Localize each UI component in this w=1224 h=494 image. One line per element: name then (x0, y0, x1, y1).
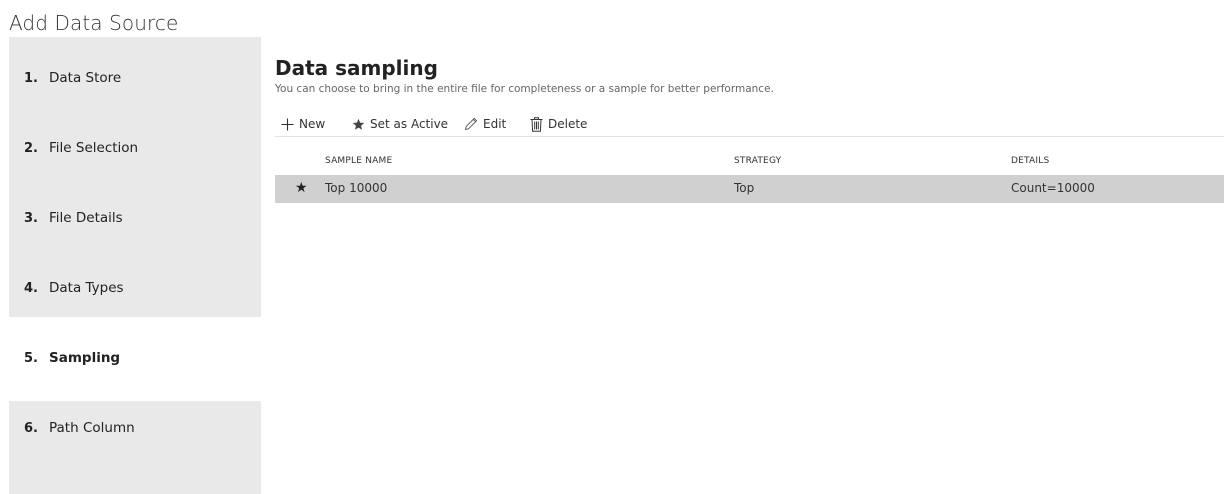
new-button[interactable]: New (281, 113, 325, 135)
window-title: Add Data Source (9, 11, 179, 35)
step-number: 3. (24, 211, 38, 226)
table-row[interactable]: ★ Top 10000 Top Count=10000 (275, 175, 1224, 203)
set-as-active-label: Set as Active (370, 117, 449, 131)
pencil-icon (464, 117, 478, 131)
star-icon (352, 118, 365, 131)
set-as-active-button[interactable]: Set as Active (352, 113, 448, 135)
delete-button[interactable]: Delete (530, 113, 587, 135)
step-file-selection[interactable]: 2. File Selection (9, 107, 261, 177)
step-data-types[interactable]: 4. Data Types (9, 247, 261, 317)
cell-details: Count=10000 (1011, 181, 1095, 195)
plus-icon (281, 118, 294, 131)
column-header-details[interactable]: DETAILS (1011, 156, 1049, 166)
step-label: Sampling (49, 350, 121, 366)
delete-label: Delete (548, 117, 588, 131)
step-path-column[interactable]: 6. Path Column (9, 401, 261, 494)
trash-icon (530, 116, 543, 132)
step-number: 6. (24, 421, 38, 436)
table-header: SAMPLE NAME STRATEGY DETAILS (275, 154, 1224, 170)
step-data-store[interactable]: 1. Data Store (9, 37, 261, 107)
column-header-strategy[interactable]: STRATEGY (734, 156, 781, 166)
cell-sample-name: Top 10000 (325, 181, 388, 195)
step-number: 2. (24, 141, 38, 156)
step-number: 1. (24, 71, 38, 86)
star-filled-icon: ★ (295, 180, 308, 196)
cell-strategy: Top (734, 181, 755, 195)
step-sampling[interactable]: 5. Sampling (9, 317, 261, 387)
toolbar: New Set as Active Edit Delete (275, 113, 1224, 135)
edit-button[interactable]: Edit (464, 113, 506, 135)
step-label: File Selection (49, 140, 139, 156)
step-label: Path Column (49, 420, 135, 436)
step-label: Data Types (49, 280, 124, 296)
step-label: Data Store (49, 70, 122, 86)
column-header-sample-name[interactable]: SAMPLE NAME (325, 156, 392, 166)
main-content: Data sampling You can choose to bring in… (275, 52, 1224, 494)
step-label: File Details (49, 210, 123, 226)
new-button-label: New (299, 117, 326, 131)
step-number: 5. (24, 351, 38, 366)
edit-label: Edit (483, 117, 507, 131)
page-title: Data sampling (275, 56, 438, 80)
step-number: 4. (24, 281, 38, 296)
step-file-details[interactable]: 3. File Details (9, 177, 261, 247)
toolbar-divider (275, 136, 1224, 137)
page-subtitle: You can choose to bring in the entire fi… (275, 83, 774, 95)
wizard-steps-sidebar: 1. Data Store 2. File Selection 3. File … (9, 37, 261, 494)
